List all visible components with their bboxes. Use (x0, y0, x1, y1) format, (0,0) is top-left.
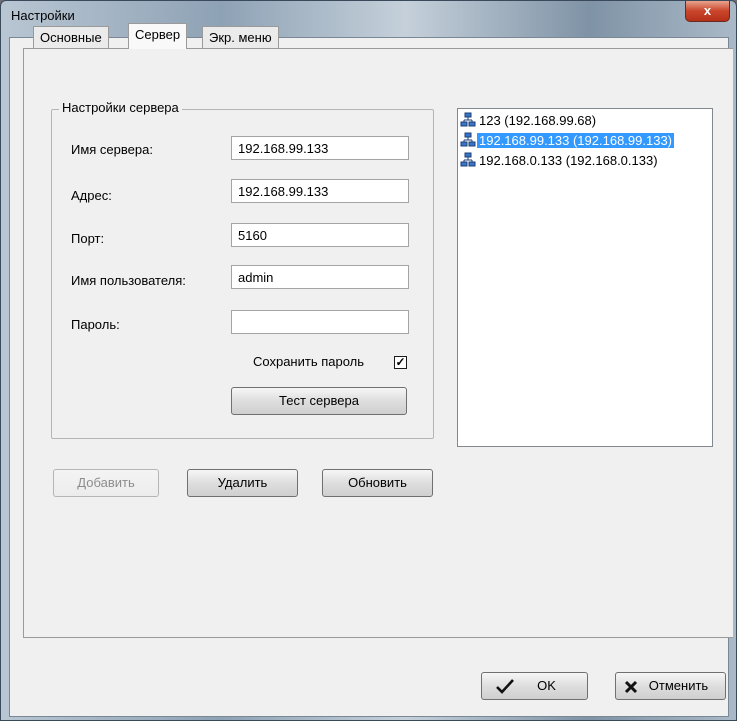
tab-label: Экр. меню (209, 30, 272, 45)
server-name-field[interactable] (231, 136, 409, 160)
port-field[interactable] (231, 223, 409, 247)
cross-icon (624, 680, 638, 694)
password-field[interactable] (231, 310, 409, 334)
test-server-label: Тест сервера (279, 393, 359, 408)
port-label: Порт: (71, 231, 105, 246)
tab-general[interactable]: Основные (33, 26, 109, 48)
refresh-label: Обновить (348, 475, 407, 490)
network-server-icon (460, 112, 476, 127)
list-item[interactable]: 192.168.0.133 (192.168.0.133) (460, 152, 660, 170)
checkmark-icon: ✓ (395, 355, 406, 369)
delete-label: Удалить (217, 475, 268, 490)
checkmark-icon (496, 679, 514, 694)
cancel-label: Отменить (648, 678, 709, 693)
server-entry-text: 123 (192.168.99.68) (479, 113, 597, 128)
list-item[interactable]: 123 (192.168.99.68) (460, 112, 598, 130)
list-item-selected[interactable]: 192.168.99.133 (192.168.99.133) (460, 132, 675, 150)
server-entry-text: 192.168.99.133 (192.168.99.133) (477, 133, 675, 148)
ok-button[interactable]: OK (481, 672, 588, 700)
settings-window: Настройки x Основные Сервер Экр. меню На… (0, 0, 737, 721)
password-label: Пароль: (71, 317, 120, 332)
add-button[interactable]: Добавить (53, 469, 159, 497)
server-name-label: Имя сервера: (71, 142, 153, 157)
tab-osd-menu[interactable]: Экр. меню (202, 26, 279, 48)
delete-button[interactable]: Удалить (187, 469, 298, 497)
tab-server[interactable]: Сервер (128, 23, 188, 49)
close-button[interactable]: x (685, 1, 730, 22)
title-bar[interactable]: Настройки x (1, 1, 736, 31)
network-server-icon (460, 152, 476, 167)
server-settings-legend: Настройки сервера (59, 100, 182, 115)
refresh-button[interactable]: Обновить (322, 469, 433, 497)
server-list[interactable]: 123 (192.168.99.68) 192.168.99.133 (192.… (457, 108, 713, 447)
address-field[interactable] (231, 179, 409, 203)
add-label: Добавить (77, 475, 135, 490)
server-entry-text: 192.168.0.133 (192.168.0.133) (479, 153, 658, 168)
window-title: Настройки (11, 8, 75, 23)
network-server-icon (460, 132, 476, 147)
username-label: Имя пользователя: (71, 273, 186, 288)
tab-label: Сервер (135, 27, 181, 42)
test-server-button[interactable]: Тест сервера (231, 387, 407, 415)
ok-label: OK (537, 678, 556, 693)
save-password-label: Сохранить пароль (253, 354, 365, 369)
address-label: Адрес: (71, 188, 112, 203)
tab-label: Основные (40, 30, 102, 45)
close-icon: x (703, 3, 712, 18)
save-password-checkbox[interactable]: ✓ (394, 356, 407, 369)
cancel-button[interactable]: Отменить (615, 672, 726, 700)
username-field[interactable] (231, 265, 409, 289)
